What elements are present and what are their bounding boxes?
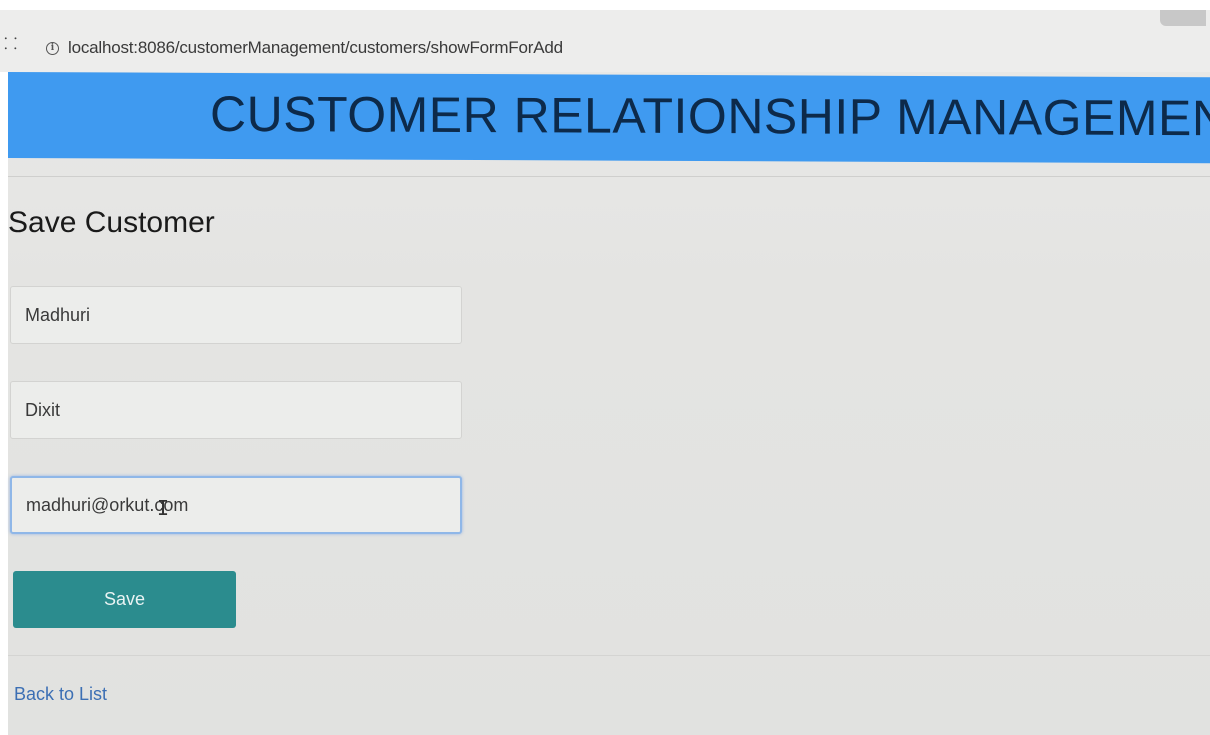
first-name-input[interactable] [10,286,462,344]
photo-top-edge [0,0,1210,10]
divider [8,176,1210,177]
email-input[interactable] [10,476,462,534]
divider [8,655,1210,656]
back-to-list-link[interactable]: Back to List [14,684,107,705]
save-button[interactable]: Save [13,571,236,628]
text-cursor-icon: I [157,496,170,520]
photo-left-edge [0,72,8,735]
page-title: Save Customer [8,206,215,239]
last-name-input[interactable] [10,381,462,439]
app-header-banner: CUSTOMER RELATIONSHIP MANAGEMENT [8,72,1210,164]
info-icon[interactable]: i [46,42,59,55]
app-title: CUSTOMER RELATIONSHIP MANAGEMENT [210,85,1210,147]
reload-icon[interactable]: ⸬ [4,32,17,54]
browser-screen: ⸬ i localhost:8086/customerManagement/cu… [0,0,1210,735]
window-control[interactable] [1160,10,1206,26]
url-text[interactable]: localhost:8086/customerManagement/custom… [68,38,563,58]
address-bar[interactable]: ⸬ i localhost:8086/customerManagement/cu… [0,10,1210,72]
